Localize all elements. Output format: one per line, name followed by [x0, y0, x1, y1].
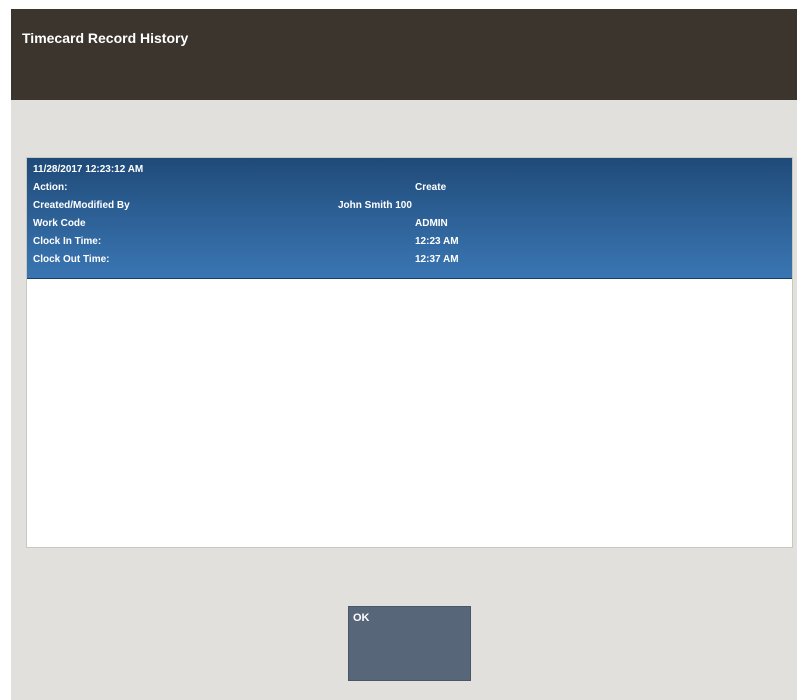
- clock-out-value: 12:37 AM: [415, 254, 459, 265]
- ok-button[interactable]: OK: [348, 606, 471, 681]
- clock-out-label: Clock Out Time:: [33, 254, 110, 265]
- window-title: Timecard Record History: [22, 30, 189, 46]
- created-by-value: John Smith 100: [338, 200, 412, 211]
- record-row-action: Action: Create: [33, 182, 793, 195]
- action-value: Create: [415, 182, 447, 193]
- record-history-list[interactable]: 11/28/2017 12:23:12 AM Action: Create Cr…: [26, 157, 793, 548]
- record-row-clock-in: Clock In Time: 12:23 AM: [33, 236, 793, 249]
- record-row-created-by: Created/Modified By John Smith 100: [33, 200, 793, 213]
- ok-button-label: OK: [353, 612, 370, 624]
- clock-in-label: Clock In Time:: [33, 236, 102, 247]
- history-record-selected[interactable]: 11/28/2017 12:23:12 AM Action: Create Cr…: [27, 158, 792, 279]
- record-row-work-code: Work Code ADMIN: [33, 218, 793, 231]
- action-label: Action:: [33, 182, 68, 193]
- timecard-history-window: Timecard Record History 11/28/2017 12:23…: [11, 9, 797, 700]
- record-timestamp: 11/28/2017 12:23:12 AM: [33, 164, 144, 175]
- work-code-label: Work Code: [33, 218, 86, 229]
- clock-in-value: 12:23 AM: [415, 236, 459, 247]
- title-bar: Timecard Record History: [11, 9, 797, 100]
- work-code-value: ADMIN: [415, 218, 448, 229]
- record-row-clock-out: Clock Out Time: 12:37 AM: [33, 254, 793, 267]
- created-by-label: Created/Modified By: [33, 200, 130, 211]
